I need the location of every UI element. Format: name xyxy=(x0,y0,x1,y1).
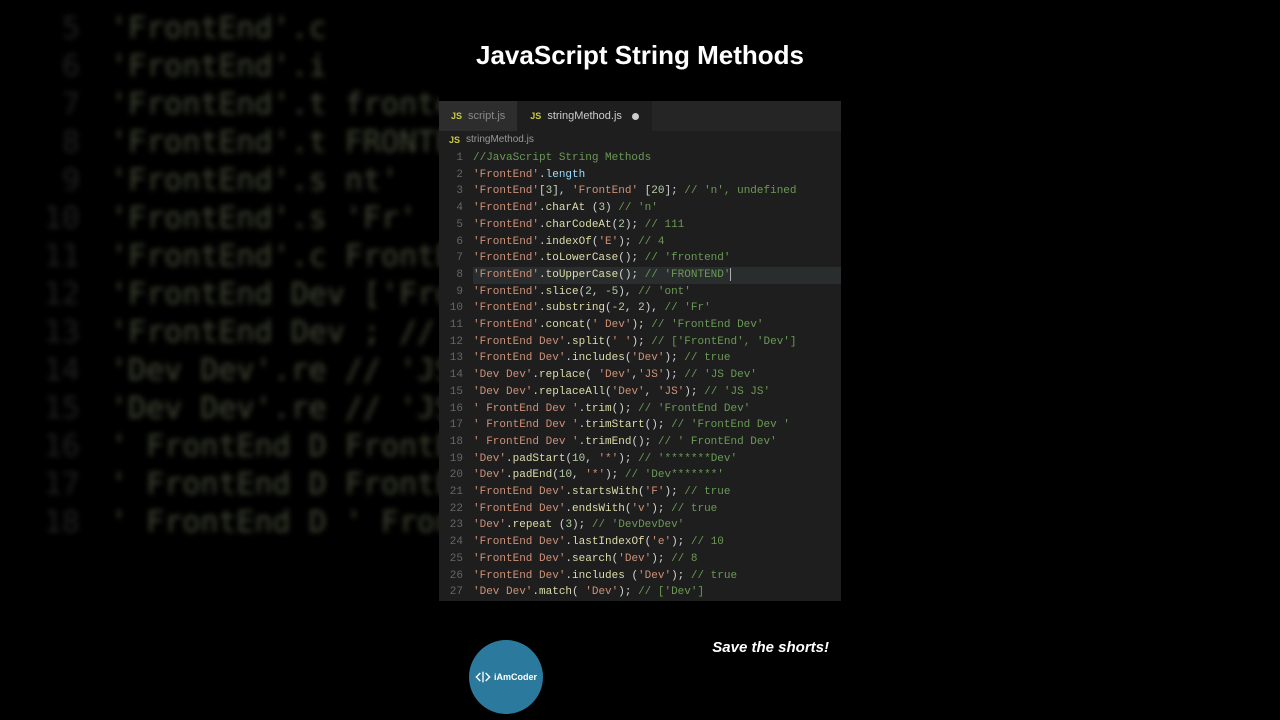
channel-badge[interactable]: iAmCoder xyxy=(469,640,543,714)
breadcrumb-label: stringMethod.js xyxy=(466,134,534,145)
code-line[interactable]: 'FrontEnd Dev'.includes ('Dev'); // true xyxy=(473,568,841,585)
line-number: 4 xyxy=(439,200,463,217)
line-number: 22 xyxy=(439,501,463,518)
line-number: 7 xyxy=(439,250,463,267)
breadcrumb[interactable]: JS stringMethod.js xyxy=(439,131,841,148)
line-number: 2 xyxy=(439,167,463,184)
line-number: 13 xyxy=(439,350,463,367)
code-line[interactable]: 'Dev'.repeat (3); // 'DevDevDev' xyxy=(473,517,841,534)
tab-script[interactable]: JS script.js xyxy=(439,101,518,131)
code-line[interactable]: 'FrontEnd'.charCodeAt(2); // 111 xyxy=(473,217,841,234)
js-icon: JS xyxy=(451,111,462,121)
tab-label: script.js xyxy=(468,110,505,122)
code-line[interactable]: 'Dev'.padEnd(10, '*'); // 'Dev*******' xyxy=(473,467,841,484)
code-line[interactable]: 'Dev'.padStart(10, '*'); // '*******Dev' xyxy=(473,451,841,468)
line-number: 1 xyxy=(439,150,463,167)
save-banner: Save the shorts! xyxy=(712,639,829,656)
main-column: JavaScript String Methods JS script.js J… xyxy=(439,0,841,720)
code-line[interactable]: 'FrontEnd'.slice(2, -5), // 'ont' xyxy=(473,284,841,301)
code-line[interactable]: 'Dev Dev'.replaceAll('Dev', 'JS'); // 'J… xyxy=(473,384,841,401)
line-number: 17 xyxy=(439,417,463,434)
code-line[interactable]: 'FrontEnd Dev'.startsWith('F'); // true xyxy=(473,484,841,501)
code-area[interactable]: 1234567891011121314151617181920212223242… xyxy=(439,148,841,601)
modified-dot-icon xyxy=(632,113,639,120)
code-line[interactable]: 'FrontEnd Dev'.lastIndexOf('e'); // 10 xyxy=(473,534,841,551)
line-number: 8 xyxy=(439,267,463,284)
js-icon: JS xyxy=(530,111,541,121)
line-number: 25 xyxy=(439,551,463,568)
text-cursor xyxy=(730,268,731,281)
code-line[interactable]: 'FrontEnd'.indexOf('E'); // 4 xyxy=(473,234,841,251)
code-content[interactable]: //JavaScript String Methods 'FrontEnd'.l… xyxy=(473,150,841,601)
line-number: 11 xyxy=(439,317,463,334)
line-number: 15 xyxy=(439,384,463,401)
line-gutter: 1234567891011121314151617181920212223242… xyxy=(439,150,473,601)
line-number: 21 xyxy=(439,484,463,501)
line-number: 27 xyxy=(439,584,463,601)
code-line[interactable]: 'FrontEnd'[3], 'FrontEnd' [20]; // 'n', … xyxy=(473,183,841,200)
code-line[interactable]: 'FrontEnd Dev'.split(' '); // ['FrontEnd… xyxy=(473,334,841,351)
code-line[interactable]: 'FrontEnd'.length xyxy=(473,167,841,184)
line-number: 3 xyxy=(439,183,463,200)
code-line[interactable]: ' FrontEnd Dev '.trimStart(); // 'FrontE… xyxy=(473,417,841,434)
badge-text: iAmCoder xyxy=(494,672,537,682)
line-number: 6 xyxy=(439,234,463,251)
line-number: 5 xyxy=(439,217,463,234)
line-number: 20 xyxy=(439,467,463,484)
line-number: 23 xyxy=(439,517,463,534)
code-line[interactable]: //JavaScript String Methods xyxy=(473,150,841,167)
line-number: 10 xyxy=(439,300,463,317)
code-icon xyxy=(475,669,491,685)
code-line[interactable]: 'Dev Dev'.match( 'Dev'); // ['Dev'] xyxy=(473,584,841,601)
line-number: 12 xyxy=(439,334,463,351)
code-line[interactable]: 'FrontEnd'.charAt (3) // 'n' xyxy=(473,200,841,217)
line-number: 18 xyxy=(439,434,463,451)
code-line[interactable]: 'FrontEnd'.toLowerCase(); // 'frontend' xyxy=(473,250,841,267)
line-number: 9 xyxy=(439,284,463,301)
line-number: 26 xyxy=(439,568,463,585)
line-number: 19 xyxy=(439,451,463,468)
code-line[interactable]: 'FrontEnd'.concat(' Dev'); // 'FrontEnd … xyxy=(473,317,841,334)
code-editor: JS script.js JS stringMethod.js JS strin… xyxy=(439,101,841,601)
code-line[interactable]: 'Dev Dev'.replace( 'Dev','JS'); // 'JS D… xyxy=(473,367,841,384)
code-line[interactable]: 'FrontEnd Dev'.endsWith('v'); // true xyxy=(473,501,841,518)
line-number: 16 xyxy=(439,401,463,418)
page-title: JavaScript String Methods xyxy=(439,0,841,101)
tab-label: stringMethod.js xyxy=(547,110,622,122)
line-number: 14 xyxy=(439,367,463,384)
code-line[interactable]: 'FrontEnd'.substring(-2, 2), // 'Fr' xyxy=(473,300,841,317)
tab-bar: JS script.js JS stringMethod.js xyxy=(439,101,841,131)
code-line[interactable]: 'FrontEnd Dev'.includes('Dev'); // true xyxy=(473,350,841,367)
code-line[interactable]: ' FrontEnd Dev '.trim(); // 'FrontEnd De… xyxy=(473,401,841,418)
js-icon: JS xyxy=(449,135,460,145)
code-line[interactable]: ' FrontEnd Dev '.trimEnd(); // ' FrontEn… xyxy=(473,434,841,451)
code-line[interactable]: 'FrontEnd Dev'.search('Dev'); // 8 xyxy=(473,551,841,568)
tab-stringmethod[interactable]: JS stringMethod.js xyxy=(518,101,652,131)
code-line[interactable]: 'FrontEnd'.toUpperCase(); // 'FRONTEND' xyxy=(473,267,841,284)
line-number: 24 xyxy=(439,534,463,551)
